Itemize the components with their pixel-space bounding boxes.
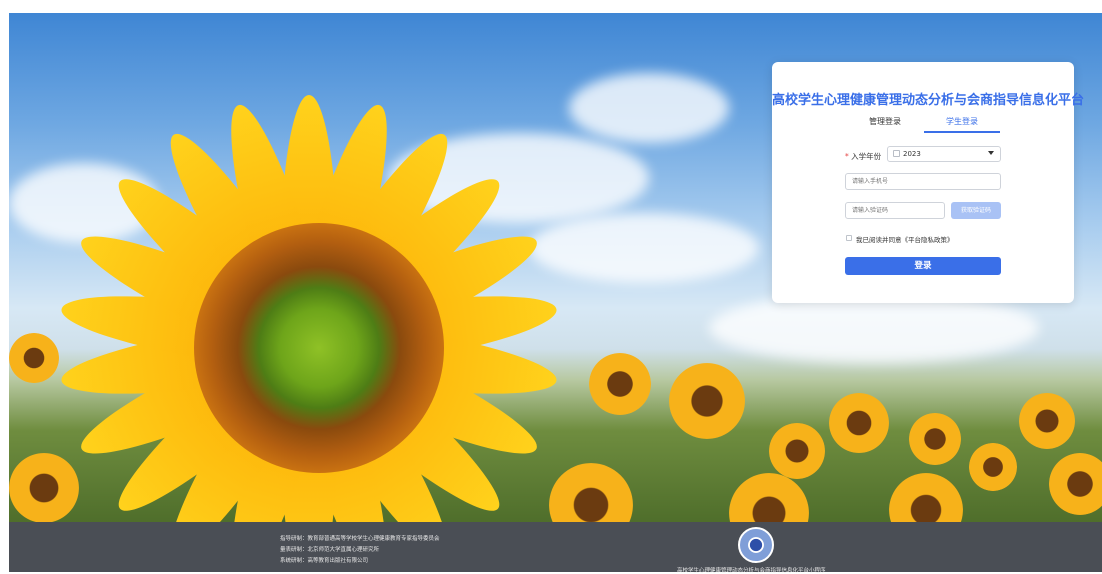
active-tab-indicator xyxy=(924,131,1000,133)
cloud-decor xyxy=(569,73,729,143)
calendar-icon xyxy=(893,150,900,157)
cloud-decor xyxy=(709,293,1039,363)
sunflower-center xyxy=(194,223,444,473)
field-sunflower xyxy=(769,423,825,479)
tab-student-login[interactable]: 学生登录 xyxy=(946,116,978,127)
verification-code-input[interactable] xyxy=(845,202,945,219)
field-sunflower xyxy=(909,413,961,465)
privacy-agreement-text[interactable]: 我已阅读并同意《平台隐私政策》 xyxy=(856,234,954,244)
get-code-button[interactable]: 获取验证码 xyxy=(951,202,1001,219)
field-sunflower xyxy=(1049,453,1102,515)
platform-title: 高校学生心理健康管理动态分析与会商指导信息化平台 xyxy=(772,93,1085,108)
field-sunflower xyxy=(589,353,651,415)
qr-code-icon xyxy=(738,527,774,563)
field-sunflower xyxy=(9,453,79,522)
credit-system: 系统研制：高等教育出版社有限公司 xyxy=(280,558,369,564)
field-sunflower xyxy=(669,363,745,439)
field-sunflower xyxy=(889,473,963,522)
credit-guidance: 指导研制：教育部普通高等学校学生心理健康教育专家指导委员会 xyxy=(280,536,440,542)
required-mark: * xyxy=(845,152,849,161)
agree-checkbox[interactable] xyxy=(846,235,852,241)
cloud-decor xyxy=(529,213,759,283)
enrollment-year-select[interactable]: 2023 xyxy=(887,146,1001,162)
phone-input[interactable] xyxy=(845,173,1001,190)
tab-admin-login[interactable]: 管理登录 xyxy=(869,116,901,127)
field-sunflower xyxy=(729,473,809,522)
login-panel: 高校学生心理健康管理动态分析与会商指导信息化平台 管理登录 学生登录 * 入学年… xyxy=(772,62,1085,303)
field-sunflower xyxy=(549,463,633,522)
field-sunflower xyxy=(969,443,1017,491)
qr-caption: 高校学生心理健康管理动态分析与会商指导信息化平台小程序 xyxy=(677,568,826,574)
enrollment-year-label: * 入学年份 xyxy=(845,151,881,162)
enrollment-year-label-text: 入学年份 xyxy=(851,152,882,161)
chevron-down-icon xyxy=(988,151,994,155)
field-sunflower xyxy=(1019,393,1075,449)
field-sunflower xyxy=(9,333,59,383)
footer: 指导研制：教育部普通高等学校学生心理健康教育专家指导委员会 量表研制：北京师范大… xyxy=(9,522,1102,574)
enrollment-year-value: 2023 xyxy=(903,150,921,158)
login-button[interactable]: 登录 xyxy=(845,257,1001,275)
field-sunflower xyxy=(829,393,889,453)
credit-scale: 量表研制：北京师范大学直属心理研究所 xyxy=(280,547,380,553)
